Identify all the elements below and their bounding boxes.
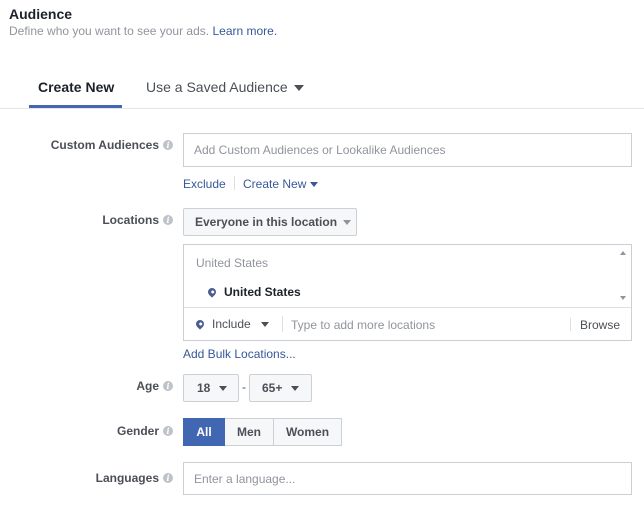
chevron-down-icon [343,219,352,225]
custom-audiences-label: Custom Audiences i [0,138,173,152]
chevron-down-icon [293,85,304,92]
gender-label-text: Gender [116,424,159,438]
info-icon[interactable]: i [163,140,173,150]
locations-label: Locations i [0,213,173,227]
subtitle-text: Define who you want to see your ads. [9,24,210,38]
gender-all-button[interactable]: All [183,418,225,446]
age-min-dropdown[interactable]: 18 [183,374,239,402]
info-icon[interactable]: i [163,381,173,391]
age-max-dropdown[interactable]: 65+ [249,374,312,402]
exclude-link[interactable]: Exclude [183,177,226,191]
create-new-dropdown[interactable]: Create New [243,177,319,191]
scroll-down-icon[interactable] [620,296,626,300]
gender-women-button[interactable]: Women [274,418,342,446]
age-label-text: Age [136,379,159,393]
locations-label-text: Locations [102,213,159,227]
info-icon[interactable]: i [163,473,173,483]
custom-audiences-placeholder: Add Custom Audiences or Lookalike Audien… [194,143,446,157]
age-max-value: 65+ [262,381,283,395]
gender-label: Gender i [0,424,173,438]
location-type-dropdown[interactable]: Everyone in this location [183,208,357,236]
scroll-up-icon[interactable] [620,251,626,255]
languages-label: Languages i [0,471,173,485]
section-title: Audience [9,6,73,22]
selected-location[interactable]: United States [206,285,301,299]
locations-box: United States United States Include Type… [183,244,632,341]
info-icon[interactable]: i [163,426,173,436]
include-dropdown[interactable]: Include [194,317,269,331]
age-min-value: 18 [197,381,211,395]
tab-create-new[interactable]: Create New [38,79,114,95]
tab-use-saved-audience[interactable]: Use a Saved Audience [146,79,304,95]
learn-more-link[interactable]: Learn more. [212,24,277,38]
browse-separator [570,318,571,331]
location-pin-icon [194,318,206,330]
custom-audiences-label-text: Custom Audiences [50,138,159,152]
chevron-down-icon [219,385,228,391]
locations-input-row: Include Type to add more locations Brows… [184,307,631,341]
section-subtitle: Define who you want to see your ads. Lea… [9,24,277,38]
locations-list-header: United States [196,256,269,270]
create-new-label: Create New [243,177,307,191]
age-separator: - [242,380,246,394]
location-search-input[interactable]: Type to add more locations [291,318,435,332]
age-label: Age i [0,379,173,393]
tabs-divider [0,108,644,109]
gender-men-button[interactable]: Men [225,418,274,446]
gender-selector: All Men Women [183,418,342,446]
languages-placeholder: Enter a language... [194,471,296,486]
chevron-down-icon [291,385,300,391]
languages-label-text: Languages [95,471,159,485]
selected-location-label: United States [224,285,301,299]
location-pin-icon [206,286,218,298]
chevron-down-icon [260,321,269,327]
info-icon[interactable]: i [163,215,173,225]
languages-input[interactable]: Enter a language... [183,462,632,495]
include-separator [282,316,283,332]
add-bulk-locations-link[interactable]: Add Bulk Locations... [183,347,296,361]
tab-saved-audience-label: Use a Saved Audience [146,79,288,95]
custom-audiences-input[interactable]: Add Custom Audiences or Lookalike Audien… [183,133,632,167]
location-type-label: Everyone in this location [195,215,338,229]
link-separator [234,176,235,190]
include-label: Include [212,317,251,331]
chevron-down-icon [310,182,319,188]
browse-button[interactable]: Browse [580,318,620,332]
